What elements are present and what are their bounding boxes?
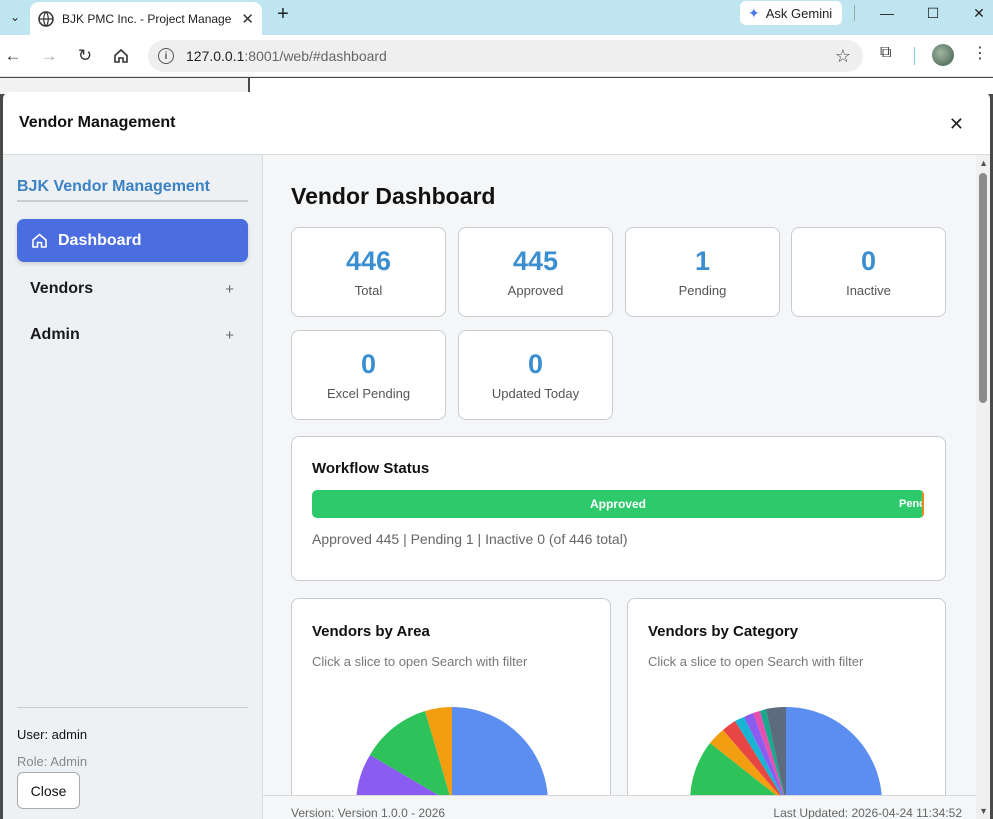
stat-label: Updated Today bbox=[491, 386, 580, 401]
current-role: Role: Admin bbox=[17, 754, 88, 769]
sidebar-item-label: Vendors bbox=[30, 280, 94, 297]
sidebar-item-dashboard[interactable]: Dashboard bbox=[17, 219, 248, 262]
scroll-down-icon[interactable]: ▼ bbox=[979, 806, 988, 816]
url-text: 127.0.0.1:8001/web/#dashboard bbox=[186, 48, 387, 64]
sidebar-item-label: Admin bbox=[30, 326, 80, 343]
card-title: Vendors by Area bbox=[312, 623, 430, 640]
scroll-up-icon[interactable]: ▲ bbox=[979, 158, 988, 168]
site-info-icon[interactable]: i bbox=[158, 48, 174, 64]
area-pie-chart[interactable] bbox=[352, 699, 552, 809]
stat-card-pending[interactable]: 1 Pending bbox=[625, 227, 780, 317]
divider bbox=[914, 47, 915, 65]
last-updated-text: Last Updated: 2026-04-24 11:34:52 bbox=[773, 806, 962, 819]
stat-card-updated-today[interactable]: 0 Updated Today bbox=[458, 330, 613, 420]
expand-icon[interactable]: + bbox=[225, 327, 234, 344]
scrollbar-thumb[interactable] bbox=[979, 173, 987, 403]
pending-segment-label: Pending bbox=[899, 498, 923, 510]
tab-search-icon[interactable]: ⌄ bbox=[4, 6, 26, 28]
pending-segment[interactable] bbox=[922, 490, 924, 518]
reload-icon[interactable]: ↻ bbox=[72, 43, 98, 69]
expand-icon[interactable]: + bbox=[225, 281, 234, 298]
workflow-progress-bar[interactable]: Approved Pending bbox=[312, 490, 924, 518]
divider bbox=[854, 5, 855, 21]
version-text: Version: Version 1.0.0 - 2026 bbox=[291, 806, 446, 819]
stat-label: Inactive bbox=[846, 283, 891, 298]
divider bbox=[17, 200, 248, 202]
close-icon[interactable]: ✕ bbox=[949, 114, 964, 135]
address-bar[interactable]: i 127.0.0.1:8001/web/#dashboard ☆ bbox=[148, 40, 863, 72]
bookmark-star-icon[interactable]: ☆ bbox=[835, 46, 851, 67]
url-path: :8001/web/#dashboard bbox=[244, 48, 387, 64]
vendors-by-category-card: Vendors by Category Click a slice to ope… bbox=[627, 598, 946, 819]
stat-label: Excel Pending bbox=[326, 386, 411, 401]
divider bbox=[17, 707, 248, 708]
close-button[interactable]: Close bbox=[17, 772, 80, 809]
stat-value: 0 bbox=[860, 246, 877, 276]
vendors-by-area-card: Vendors by Area Click a slice to open Se… bbox=[291, 598, 611, 819]
stat-value: 1 bbox=[694, 246, 711, 276]
stat-value: 445 bbox=[512, 246, 559, 276]
stat-label: Total bbox=[354, 283, 383, 298]
stat-value: 446 bbox=[345, 246, 392, 276]
stat-card-total[interactable]: 446 Total bbox=[291, 227, 446, 317]
modal-title: Vendor Management bbox=[19, 114, 176, 131]
stat-value: 0 bbox=[527, 349, 544, 379]
stat-value: 0 bbox=[360, 349, 377, 379]
card-title: Workflow Status bbox=[312, 460, 430, 477]
footer: Version: Version 1.0.0 - 2026 Last Updat… bbox=[263, 795, 976, 819]
stat-card-excel-pending[interactable]: 0 Excel Pending bbox=[291, 330, 446, 420]
menu-kebab-icon[interactable]: ⋮ bbox=[972, 43, 988, 63]
card-title: Vendors by Category bbox=[648, 623, 799, 640]
sidebar-item-label: Dashboard bbox=[58, 231, 142, 249]
sidebar: BJK Vendor Management Dashboard Vendors … bbox=[3, 155, 263, 819]
ask-gemini-label: Ask Gemini bbox=[765, 5, 833, 21]
browser-tab[interactable]: BJK PMC Inc. - Project Managem ✕ bbox=[30, 2, 262, 35]
vendor-management-modal: Vendor Management ✕ BJK Vendor Managemen… bbox=[3, 92, 990, 819]
workflow-summary: Approved 445 | Pending 1 | Inactive 0 (o… bbox=[312, 531, 628, 547]
extensions-icon[interactable]: ⧉ bbox=[880, 44, 891, 62]
home-icon bbox=[32, 233, 47, 248]
url-host: 127.0.0.1 bbox=[186, 48, 245, 64]
sidebar-item-vendors[interactable]: Vendors + bbox=[17, 269, 248, 309]
approved-segment-label: Approved bbox=[589, 497, 646, 511]
window-close-button[interactable]: ✕ bbox=[964, 2, 993, 24]
tab-close-icon[interactable]: ✕ bbox=[241, 10, 254, 28]
globe-icon bbox=[38, 10, 54, 27]
pie-slice bbox=[786, 707, 882, 803]
scrollbar[interactable]: ▲ ▼ bbox=[976, 155, 990, 819]
workflow-status-card: Workflow Status Approved Pending Approve… bbox=[291, 436, 946, 581]
card-subtitle: Click a slice to open Search with filter bbox=[648, 654, 864, 669]
browser-tab-bar: ⌄ BJK PMC Inc. - Project Managem ✕ + ✦ A… bbox=[0, 0, 993, 35]
dashboard-content: Vendor Dashboard 446 Total 445 Approved … bbox=[263, 155, 990, 819]
modal-header: Vendor Management ✕ bbox=[3, 92, 990, 155]
page-title: Vendor Dashboard bbox=[291, 183, 496, 209]
brand-title: BJK Vendor Management bbox=[17, 178, 210, 195]
home-icon[interactable] bbox=[108, 43, 134, 69]
pie-slice bbox=[452, 707, 548, 803]
browser-toolbar: ← → ↻ i 127.0.0.1:8001/web/#dashboard ☆ … bbox=[0, 35, 993, 77]
minimize-button[interactable]: — bbox=[872, 2, 902, 24]
stat-label: Pending bbox=[678, 283, 727, 298]
maximize-button[interactable]: ☐ bbox=[918, 2, 948, 24]
ask-gemini-button[interactable]: ✦ Ask Gemini bbox=[740, 1, 843, 25]
category-pie-chart[interactable] bbox=[688, 699, 888, 809]
tab-title: BJK PMC Inc. - Project Managem bbox=[62, 11, 232, 26]
stat-label: Approved bbox=[507, 283, 564, 298]
profile-avatar[interactable] bbox=[932, 44, 954, 66]
current-user: User: admin bbox=[17, 727, 88, 742]
stat-card-approved[interactable]: 445 Approved bbox=[458, 227, 613, 317]
stat-card-inactive[interactable]: 0 Inactive bbox=[791, 227, 946, 317]
forward-icon[interactable]: → bbox=[36, 43, 62, 69]
new-tab-button[interactable]: + bbox=[272, 3, 294, 25]
gemini-icon: ✦ bbox=[748, 4, 760, 21]
sidebar-item-admin[interactable]: Admin + bbox=[17, 315, 248, 355]
back-icon[interactable]: ← bbox=[0, 43, 26, 69]
card-subtitle: Click a slice to open Search with filter bbox=[312, 654, 528, 669]
